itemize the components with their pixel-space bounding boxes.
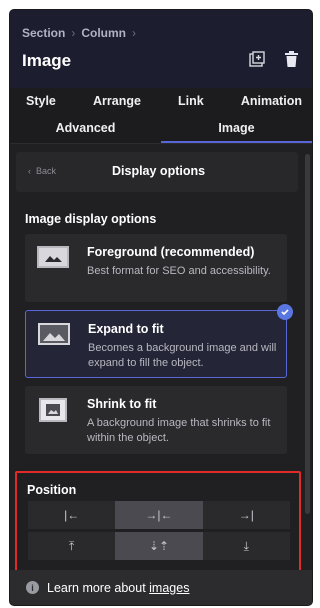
align-top-button[interactable]: ⤒: [28, 532, 115, 560]
align-bottom-button[interactable]: ⤓: [203, 532, 290, 560]
image-shrink-icon: [39, 398, 67, 422]
add-image-icon[interactable]: [249, 51, 265, 67]
back-button[interactable]: ‹ Back: [28, 166, 56, 176]
panel-header: Section › Column › Image: [10, 10, 312, 88]
tab-advanced[interactable]: Advanced: [10, 114, 161, 143]
option-foreground[interactable]: Foreground (recommended) Best format for…: [25, 234, 287, 302]
option-description: Becomes a background image and will expa…: [88, 342, 277, 369]
align-center-horizontal-button[interactable]: →|←: [115, 501, 203, 529]
align-center-vertical-button[interactable]: ⇣⇡: [115, 532, 203, 560]
header-actions: [249, 51, 298, 67]
breadcrumb-column[interactable]: Column: [81, 26, 126, 40]
tab-link[interactable]: Link: [178, 94, 204, 108]
horizontal-position-row: |← →|← →|: [28, 501, 290, 529]
images-link[interactable]: images: [149, 581, 189, 595]
option-shrink-to-fit[interactable]: Shrink to fit A background image that sh…: [25, 386, 287, 454]
trash-icon[interactable]: [285, 51, 298, 67]
option-title: Shrink to fit: [87, 397, 157, 411]
selected-check-icon: [277, 304, 293, 320]
position-section: Position |← →|← →| ⤒ ⇣⇡ ⤓: [15, 471, 301, 573]
panel-content: ‹ Back Display options Image display opt…: [10, 144, 312, 573]
tab-bar-secondary: Advanced Image: [10, 114, 312, 144]
breadcrumb-separator: ›: [71, 26, 76, 40]
option-description: Best format for SEO and accessibility.: [87, 265, 271, 277]
scrollbar[interactable]: [305, 154, 310, 514]
tab-bar-primary: Style Arrange Link Animation: [10, 88, 312, 114]
display-options-title: Display options: [112, 164, 206, 178]
tab-arrange[interactable]: Arrange: [93, 94, 141, 108]
position-title: Position: [27, 483, 77, 497]
tab-image[interactable]: Image: [161, 114, 312, 143]
breadcrumb: Section › Column ›: [22, 26, 136, 40]
align-left-button[interactable]: |←: [28, 501, 115, 529]
tab-animation[interactable]: Animation: [241, 94, 302, 108]
section-title: Image display options: [25, 212, 157, 226]
image-settings-panel: Section › Column › Image Style Arrange L…: [10, 10, 312, 605]
tab-style[interactable]: Style: [26, 94, 56, 108]
breadcrumb-section[interactable]: Section: [22, 26, 65, 40]
option-expand-to-fit[interactable]: Expand to fit Becomes a background image…: [25, 310, 287, 378]
option-title: Expand to fit: [88, 322, 164, 336]
panel-title: Image: [22, 51, 72, 70]
option-description: A background image that shrinks to fit w…: [87, 417, 271, 444]
image-fill-icon: [38, 323, 70, 345]
help-text: Learn more about images: [47, 580, 190, 595]
info-icon: i: [26, 581, 39, 594]
option-title: Foreground (recommended): [87, 245, 255, 259]
help-footer: i Learn more about images: [10, 570, 312, 605]
image-icon: [37, 246, 69, 268]
back-bar: ‹ Back Display options: [16, 152, 298, 192]
align-right-button[interactable]: →|: [203, 501, 290, 529]
breadcrumb-separator: ›: [132, 26, 137, 40]
vertical-position-row: ⤒ ⇣⇡ ⤓: [28, 532, 290, 560]
